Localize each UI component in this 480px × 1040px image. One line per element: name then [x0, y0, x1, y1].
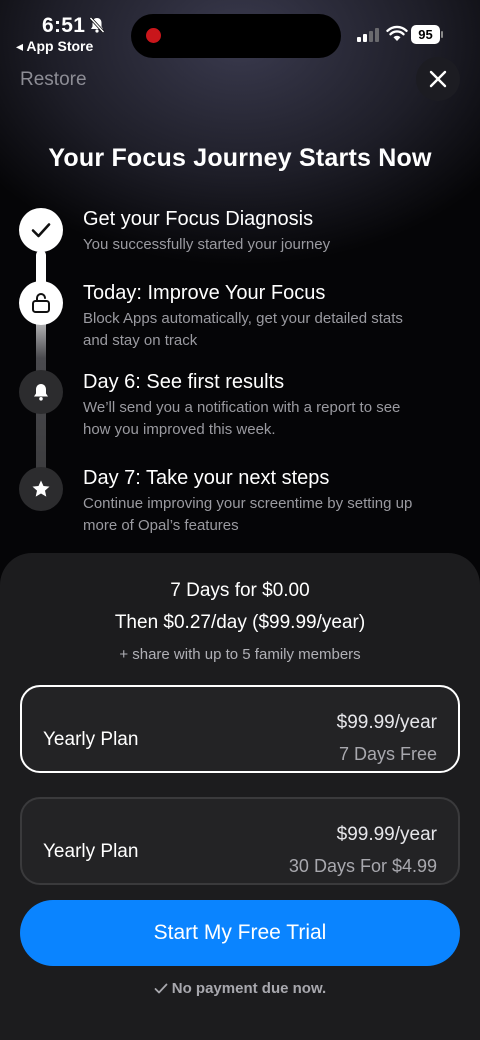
- step-3-badge: [19, 370, 63, 414]
- step-2-description: Block Apps automatically, get your detai…: [83, 310, 403, 349]
- plan-name: Yearly Plan: [43, 729, 139, 750]
- status-bar: 6:51 ◂ App Store 95: [0, 0, 480, 60]
- cellular-signal-icon: [357, 28, 379, 42]
- step-1-title: Get your Focus Diagnosis: [83, 208, 314, 230]
- plan-option-yearly-7-days-free[interactable]: Yearly Plan $99.99/year 7 Days Free: [20, 685, 460, 773]
- family-sharing-note: + share with up to 5 family members: [119, 646, 361, 663]
- page-title: Your Focus Journey Starts Now: [48, 144, 432, 172]
- plan-name: Yearly Plan: [43, 841, 139, 862]
- restore-button[interactable]: Restore: [20, 69, 87, 91]
- plan-price: $99.99/year: [336, 712, 437, 733]
- plan-option-yearly-30-days[interactable]: Yearly Plan $99.99/year 30 Days For $4.9…: [20, 797, 460, 885]
- trial-offer: 7 Days for $0.00: [170, 580, 310, 601]
- plan-price: $99.99/year: [336, 824, 437, 845]
- no-payment-text: No payment due now.: [171, 980, 327, 997]
- step-1-badge: [19, 208, 63, 252]
- step-3-description: We’ll send you a notification with a rep…: [83, 399, 401, 438]
- price-after-trial: Then $0.27/day ($99.99/year): [114, 612, 366, 633]
- step-4-badge: [19, 467, 63, 511]
- wifi-icon: [386, 25, 408, 41]
- step-2-title: Today: Improve Your Focus: [83, 282, 326, 304]
- step-1-description: You successfully started your journey: [83, 236, 331, 253]
- step-4-title: Day 7: Take your next steps: [83, 467, 330, 489]
- unlock-icon: [32, 293, 50, 313]
- checkmark-icon: [154, 983, 168, 994]
- close-button[interactable]: [416, 57, 460, 101]
- step-3-title: Day 6: See first results: [83, 371, 285, 393]
- plan-trial-detail: 30 Days For $4.99: [288, 856, 437, 876]
- star-icon: [32, 480, 50, 497]
- step-2-badge: [19, 281, 63, 325]
- bell-icon: [34, 384, 48, 401]
- recording-indicator: [146, 28, 161, 43]
- battery-indicator: 95: [411, 25, 443, 44]
- battery-level: 95: [411, 25, 440, 44]
- dynamic-island: [131, 14, 341, 58]
- back-to-app-store[interactable]: ◂ App Store: [16, 38, 93, 55]
- checkmark-icon: [31, 223, 51, 238]
- plan-trial-detail: 7 Days Free: [338, 744, 437, 764]
- start-free-trial-button[interactable]: Start My Free Trial: [20, 900, 460, 966]
- bell-slash-icon: [89, 16, 105, 34]
- clock: 6:51: [42, 14, 86, 37]
- no-payment-note: No payment due now.: [0, 980, 480, 997]
- step-4-description: Continue improving your screentime by se…: [83, 495, 413, 534]
- close-icon: [429, 70, 447, 88]
